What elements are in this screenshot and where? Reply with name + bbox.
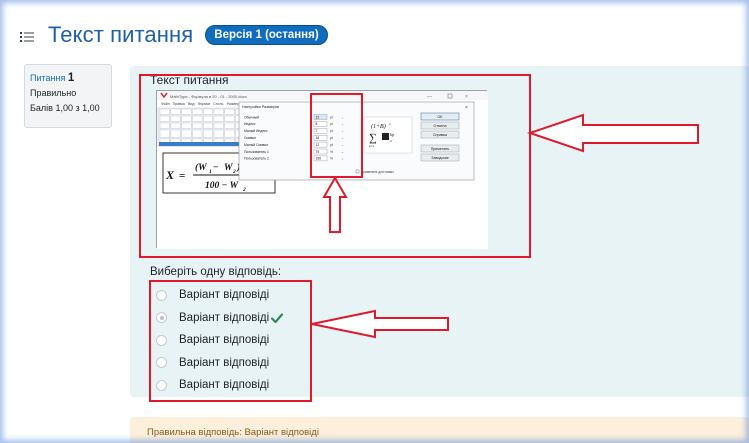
question-number-label: Питання	[30, 73, 66, 83]
answer-option[interactable]: Варіант відповіді	[156, 307, 284, 330]
answer-label: Варіант відповіді	[179, 289, 270, 302]
answer-radio[interactable]	[156, 357, 167, 369]
answer-radio[interactable]	[156, 289, 167, 301]
answer-radio[interactable]	[156, 379, 167, 391]
answer-list: Варіант відповіді Варіант відповіді Варі…	[156, 284, 284, 397]
question-number-value: 1	[67, 72, 75, 84]
answer-label: Варіант відповіді	[179, 379, 270, 392]
right-answer-text: Правильна відповідь: Варіант відповіді	[147, 427, 319, 438]
answer-prompt: Виберіть одну відповідь:	[150, 266, 282, 278]
question-number: Питання 1	[30, 71, 106, 86]
annotation-box-sizes	[310, 93, 363, 178]
answer-option[interactable]: Варіант відповіді	[156, 352, 283, 375]
answer-option[interactable]: Варіант відповіді	[156, 329, 283, 352]
question-grade: Балів 1,00 з 1,00	[30, 103, 100, 113]
answer-label: Варіант відповіді	[179, 311, 270, 324]
answer-radio[interactable]	[156, 334, 167, 346]
page-title: Текст питання	[48, 22, 194, 47]
page-header: Текст питання Версія 1 (остання)	[20, 18, 328, 52]
correct-check-icon	[271, 313, 284, 323]
version-badge: Версія 1 (остання)	[205, 25, 328, 45]
question-info: Питання 1 Правильно Балів 1,00 з 1,00	[24, 64, 112, 128]
question-state: Правильно	[30, 88, 77, 98]
answer-option[interactable]: Варіант відповіді	[156, 284, 283, 307]
answer-radio-selected[interactable]	[156, 312, 167, 324]
answer-label: Варіант відповіді	[179, 356, 270, 369]
answer-option[interactable]: Варіант відповіді	[156, 374, 283, 397]
list-icon	[20, 32, 34, 42]
answer-label: Варіант відповіді	[179, 334, 270, 347]
